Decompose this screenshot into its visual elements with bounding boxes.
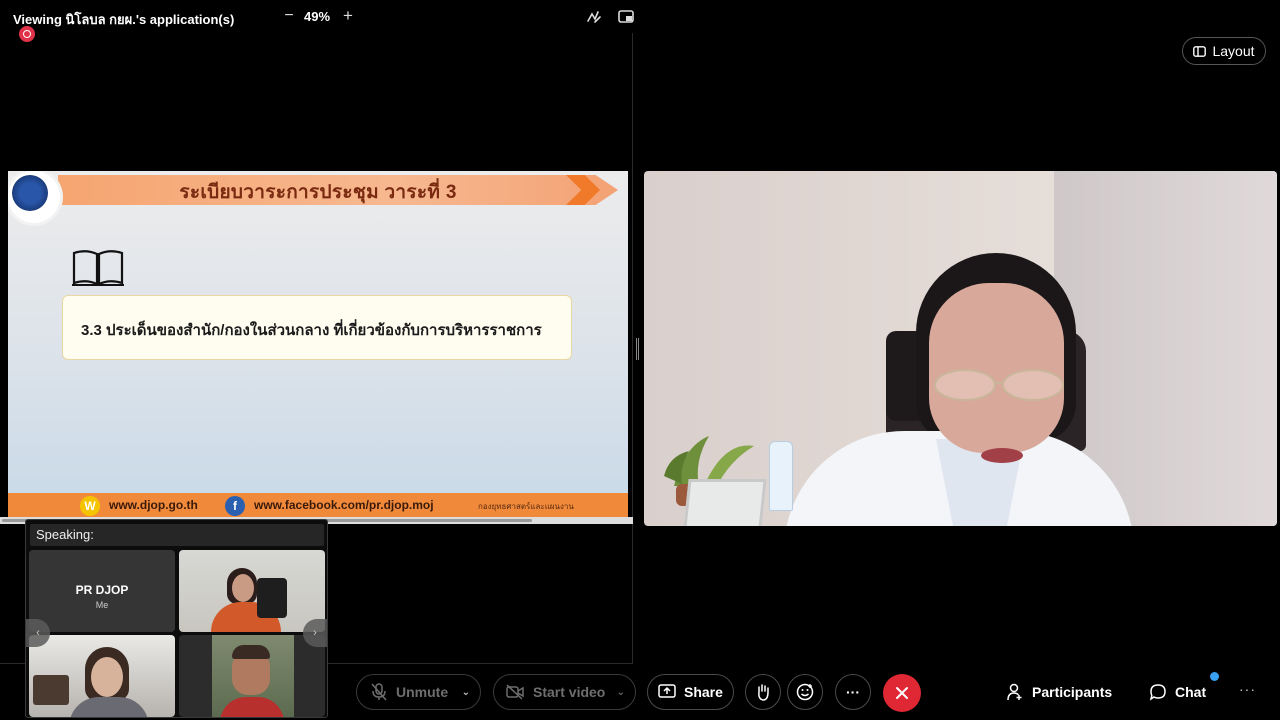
website-icon: W	[80, 496, 100, 516]
more-label: ···	[846, 684, 860, 700]
shared-slide: ระเบียบวาระการประชุม วาระที่ 3 3.3 ประเด…	[8, 171, 628, 518]
tiles-next-button[interactable]: ›	[303, 619, 327, 647]
participant-tile[interactable]	[29, 635, 175, 717]
speaking-label: Speaking:	[30, 524, 324, 546]
unmute-label: Unmute	[396, 684, 449, 700]
footer-facebook: www.facebook.com/pr.djop.moj	[254, 498, 434, 512]
microphone-muted-icon	[371, 683, 387, 701]
more-options-button[interactable]: ···	[835, 674, 871, 710]
chat-button[interactable]: Chat	[1149, 683, 1206, 701]
footer-department: กองยุทธศาสตร์และแผนงาน	[478, 502, 574, 511]
participant-tile-me[interactable]: PR DJOP Me	[29, 550, 175, 632]
layout-button[interactable]: Layout	[1182, 37, 1266, 65]
slide-title: ระเบียบวาระการประชุม วาระที่ 3	[179, 182, 457, 203]
raise-hand-button[interactable]	[745, 674, 781, 710]
footer-website: www.djop.go.th	[109, 498, 198, 512]
agenda-item-box: 3.3 ประเด็นของสำนัก/กองในส่วนกลาง ที่เกี…	[62, 295, 572, 360]
participant-tile[interactable]	[179, 550, 325, 632]
participant-name: PR DJOP	[75, 583, 129, 597]
share-label: Share	[684, 684, 723, 700]
facebook-icon: f	[225, 496, 245, 516]
end-call-button[interactable]	[883, 674, 921, 712]
popout-icon[interactable]	[617, 8, 635, 26]
book-icon	[72, 250, 124, 286]
chat-label: Chat	[1175, 684, 1207, 700]
djop-logo	[8, 171, 60, 223]
chevron-down-icon[interactable]: ⌄	[462, 687, 470, 698]
participant-me-tag: Me	[95, 600, 109, 610]
zoom-in-button[interactable]: +	[340, 5, 356, 27]
slide-footer: W www.djop.go.th f www.facebook.com/pr.d…	[8, 493, 628, 518]
annotate-icon[interactable]	[585, 8, 603, 26]
zoom-level: 49%	[304, 9, 331, 24]
share-header: Viewing นิโลบล กยผ.'s application(s) − 4…	[0, 0, 640, 34]
overflow-menu-button[interactable]: ···	[1239, 681, 1256, 697]
chat-notification-badge	[1210, 672, 1219, 681]
camera-off-icon	[506, 684, 524, 700]
layout-label: Layout	[1212, 43, 1255, 59]
agenda-item-text: 3.3 ประเด็นของสำนัก/กองในส่วนกลาง ที่เกี…	[81, 322, 542, 339]
reactions-button[interactable]	[787, 674, 823, 710]
viewing-label: Viewing นิโลบล กยผ.'s application(s)	[13, 12, 235, 27]
resize-handle[interactable]	[636, 338, 639, 360]
chat-icon	[1149, 684, 1166, 701]
zoom-out-button[interactable]: −	[281, 5, 297, 27]
speaking-panel: Speaking: PR DJOP Me ‹ ›	[25, 519, 328, 718]
participants-button[interactable]: Participants	[1006, 683, 1112, 701]
start-video-button[interactable]: Start video ⌄	[493, 674, 636, 710]
active-speaker-video	[644, 171, 1277, 526]
start-video-label: Start video	[533, 684, 606, 700]
smiley-icon	[796, 683, 814, 701]
participants-label: Participants	[1032, 684, 1113, 700]
raise-hand-icon	[758, 684, 769, 701]
chevron-down-icon[interactable]: ⌄	[617, 687, 625, 698]
share-screen-icon	[658, 684, 676, 698]
participants-icon	[1007, 683, 1022, 701]
layout-icon	[1193, 45, 1207, 57]
unmute-button[interactable]: Unmute ⌄	[356, 674, 481, 710]
share-button[interactable]: Share	[647, 674, 734, 710]
close-icon	[896, 687, 908, 699]
participant-tile[interactable]	[179, 635, 325, 717]
